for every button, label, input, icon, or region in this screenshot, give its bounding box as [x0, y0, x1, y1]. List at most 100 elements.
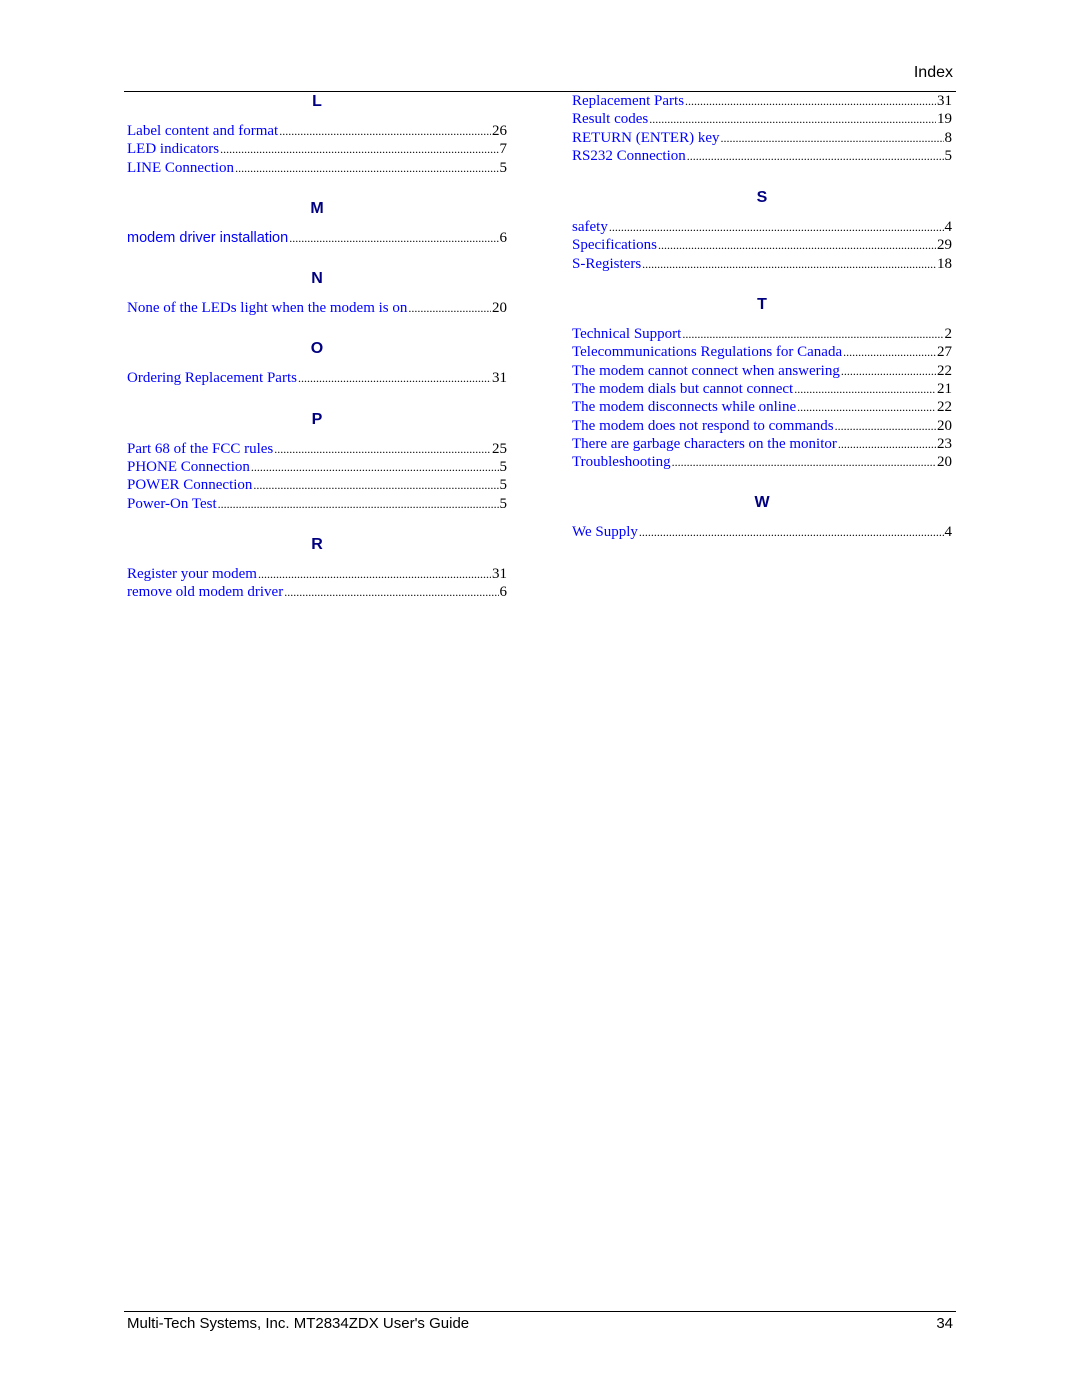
- entry-page: 18: [937, 255, 952, 272]
- dot-leader: [685, 92, 936, 110]
- entry-label: Register your modem: [127, 565, 257, 582]
- entry-page: 5: [499, 477, 508, 494]
- entry-page: 31: [937, 93, 952, 109]
- entry-label: Troubleshooting: [572, 454, 671, 471]
- entry-page: 31: [492, 565, 507, 582]
- index-entry[interactable]: RS232 Connection 5: [572, 147, 952, 165]
- entry-label: POWER Connection: [127, 477, 253, 494]
- entry-page: 5: [499, 159, 508, 176]
- entry-label: The modem dials but cannot connect: [572, 380, 794, 397]
- dot-leader: [794, 380, 936, 398]
- section-letter: L: [312, 93, 322, 110]
- index-section-n: N None of the LEDs light when the modem …: [127, 269, 507, 317]
- entry-label: Power-On Test: [127, 495, 217, 512]
- index-section-t: T Technical Support 2 Telecommunications …: [572, 295, 952, 471]
- entry-label: None of the LEDs light when the modem is…: [127, 300, 408, 317]
- entry-label: There are garbage characters on the moni…: [572, 435, 837, 452]
- entry-label: LINE Connection: [127, 159, 235, 176]
- dot-leader: [298, 369, 491, 387]
- index-entry[interactable]: Register your modem 31: [127, 565, 507, 583]
- entry-label: remove old modem driver: [127, 584, 284, 601]
- index-entry[interactable]: The modem does not respond to commands 20: [572, 417, 952, 435]
- entry-page: 21: [937, 380, 952, 397]
- index-entry[interactable]: Telecommunications Regulations for Canad…: [572, 343, 952, 361]
- dot-leader: [838, 435, 936, 453]
- index-entry[interactable]: The modem dials but cannot connect 21: [572, 380, 952, 398]
- section-letter: N: [311, 270, 323, 288]
- section-letter: M: [310, 199, 324, 217]
- section-letter: R: [311, 535, 323, 553]
- index-section-o: O Ordering Replacement Parts 31: [127, 339, 507, 387]
- entry-label: The modem disconnects while online: [572, 399, 797, 416]
- dot-leader: [841, 362, 936, 380]
- index-entry[interactable]: None of the LEDs light when the modem is…: [127, 299, 507, 317]
- dot-leader: [797, 398, 936, 416]
- entry-label: Result codes: [572, 111, 649, 128]
- footer-document-title: Multi-Tech Systems, Inc. MT2834ZDX User'…: [127, 1315, 470, 1332]
- index-entry[interactable]: LINE Connection 5: [127, 159, 507, 177]
- entry-page: 31: [492, 370, 507, 387]
- index-entry[interactable]: Troubleshooting 20: [572, 453, 952, 471]
- dot-leader: [289, 229, 498, 247]
- entry-label: modem driver installation: [127, 229, 289, 246]
- index-section-r: R Register your modem 31 remove old modem…: [127, 535, 507, 602]
- dot-leader: [843, 343, 936, 361]
- index-entry[interactable]: Replacement Parts 31: [572, 92, 952, 110]
- dot-leader: [609, 218, 944, 236]
- index-entry[interactable]: safety 4: [572, 218, 952, 236]
- index-section-w: W We Supply 4: [572, 493, 952, 541]
- index-section-r-continued: Replacement Parts 31 Result codes 19 RETUR…: [572, 92, 952, 165]
- dot-leader: [835, 417, 936, 435]
- index-entry[interactable]: We Supply 4: [572, 523, 952, 541]
- entry-label: LED indicators: [127, 141, 220, 158]
- section-letter: O: [310, 340, 324, 358]
- index-entry[interactable]: PHONE Connection 5: [127, 458, 507, 476]
- section-letter: T: [757, 296, 767, 314]
- footer-page-number: 34: [936, 1315, 953, 1332]
- index-entry[interactable]: Ordering Replacement Parts 31: [127, 369, 507, 387]
- entry-page: 8: [944, 129, 953, 146]
- entry-page: 6: [499, 584, 508, 601]
- entry-label: Label content and format: [127, 123, 279, 139]
- index-entry[interactable]: remove old modem driver 6: [127, 583, 507, 601]
- index-entry[interactable]: There are garbage characters on the moni…: [572, 435, 952, 453]
- dot-leader: [649, 110, 936, 128]
- dot-leader: [279, 122, 491, 140]
- dot-leader: [235, 159, 498, 177]
- index-entry[interactable]: Technical Support 2: [572, 325, 952, 343]
- dot-leader: [218, 495, 499, 513]
- dot-leader: [720, 129, 943, 147]
- index-entry[interactable]: POWER Connection 5: [127, 476, 507, 494]
- dot-leader: [639, 523, 944, 541]
- dot-leader: [253, 476, 498, 494]
- entry-page: 26: [492, 123, 507, 139]
- index-entry[interactable]: Label content and format 26: [127, 122, 507, 140]
- running-header-title: Index: [913, 64, 953, 81]
- section-letter: P: [311, 410, 323, 428]
- entry-page: 23: [937, 435, 952, 452]
- index-entry[interactable]: Result codes 19: [572, 110, 952, 128]
- index-entry[interactable]: modem driver installation 6: [127, 229, 507, 247]
- index-section-p: P Part 68 of the FCC rules 25 PHONE Conne…: [127, 410, 507, 513]
- entry-page: 25: [492, 440, 507, 457]
- dot-leader: [687, 147, 944, 165]
- index-entry[interactable]: LED indicators 7: [127, 140, 507, 158]
- entry-page: 20: [937, 454, 952, 471]
- entry-label: Specifications: [572, 237, 657, 254]
- entry-label: The modem cannot connect when answering: [572, 362, 840, 379]
- index-entry[interactable]: The modem cannot connect when answering 2…: [572, 362, 952, 380]
- entry-page: 22: [937, 362, 952, 379]
- index-entry[interactable]: Power-On Test 5: [127, 495, 507, 513]
- index-entry[interactable]: Part 68 of the FCC rules 25: [127, 440, 507, 458]
- entry-label: RS232 Connection: [572, 147, 686, 164]
- dot-leader: [258, 565, 491, 583]
- dot-leader: [672, 453, 936, 471]
- entry-page: 4: [944, 219, 953, 236]
- index-entry[interactable]: S-Registers 18: [572, 255, 952, 273]
- entry-page: 29: [937, 237, 952, 254]
- entry-label: We Supply: [572, 524, 638, 541]
- index-entry[interactable]: RETURN (ENTER) key 8: [572, 129, 952, 147]
- entry-label: The modem does not respond to commands: [572, 417, 834, 434]
- index-entry[interactable]: Specifications 29: [572, 236, 952, 254]
- index-entry[interactable]: The modem disconnects while online 22: [572, 398, 952, 416]
